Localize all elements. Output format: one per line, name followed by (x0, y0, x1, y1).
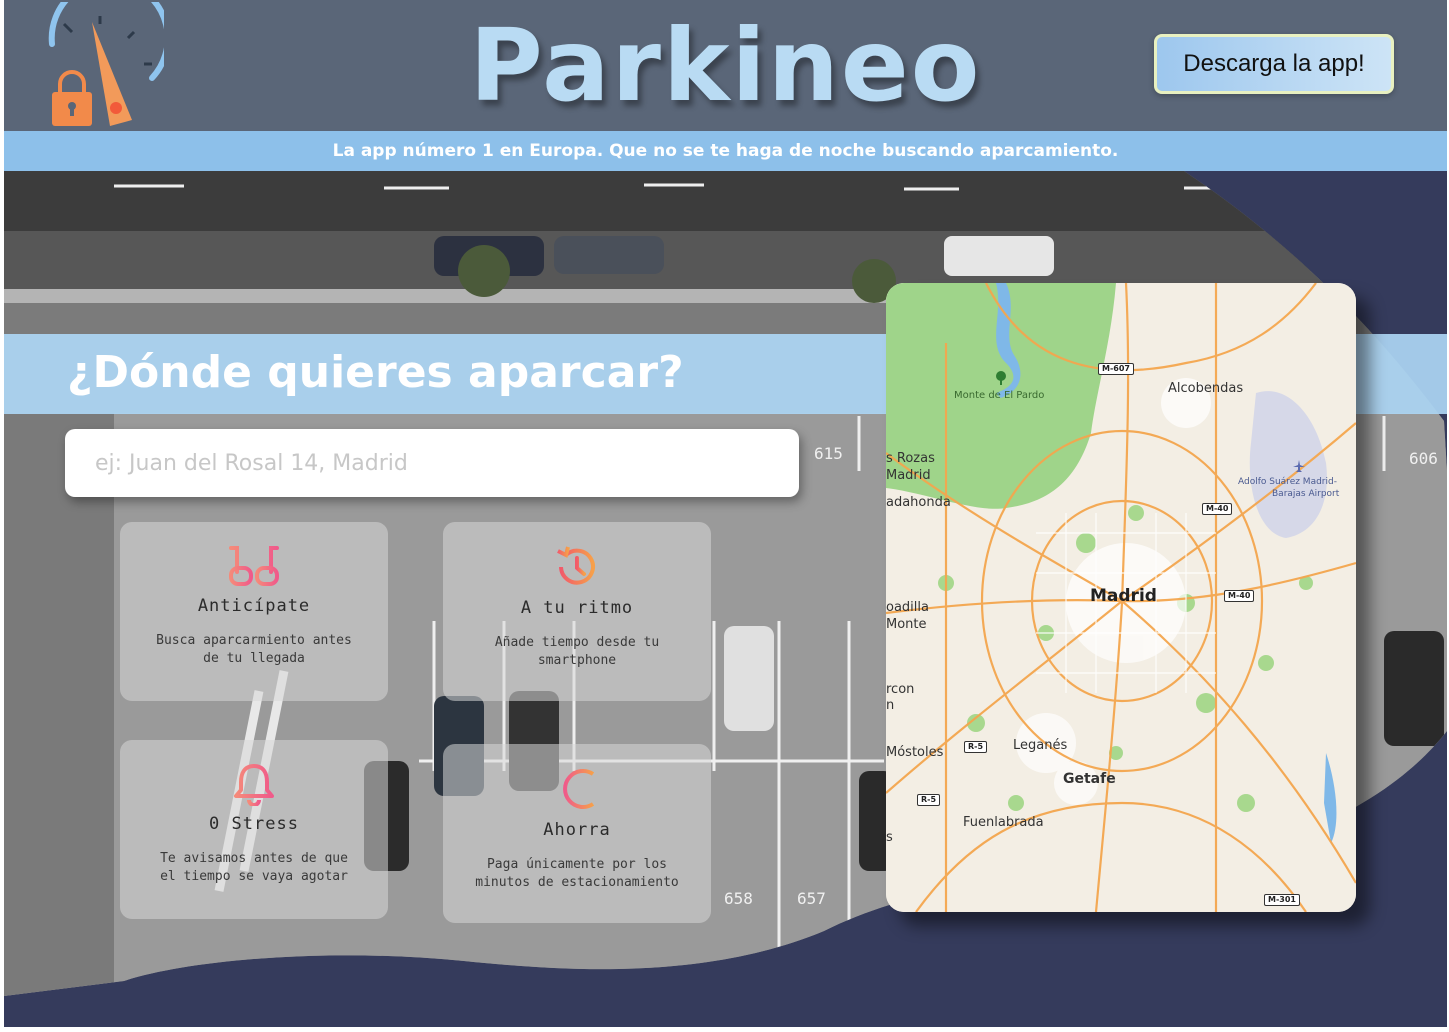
park-tree-icon (996, 371, 1006, 385)
road-badge: M-40 (1202, 503, 1233, 515)
tagline: La app número 1 en Europa. Que no se te … (4, 131, 1447, 171)
feature-title: A tu ritmo (520, 598, 634, 618)
svg-text:606: 606 (1409, 449, 1438, 468)
map-label: Barajas Airport (1272, 489, 1340, 499)
map-label: rcon (886, 682, 915, 697)
feature-description: Añade tiempo desde tu smartphone (494, 635, 660, 668)
map-label: Adolfo Suárez Madrid- (1238, 477, 1337, 487)
address-search-input[interactable] (65, 429, 799, 497)
map-label: oadilla (886, 600, 929, 615)
map-label: s Rozas (886, 451, 935, 466)
svg-text:658: 658 (724, 889, 753, 908)
map-label: Alcobendas (1168, 381, 1244, 396)
feature-title: Anticípate (197, 596, 311, 616)
bell-icon (234, 764, 274, 806)
feature-description: Paga únicamente por los minutos de estaci… (475, 857, 679, 890)
map-label: n (886, 698, 895, 713)
header: Parkineo Descarga la app! (4, 0, 1447, 131)
map-label: s (886, 830, 893, 845)
page-frame: Parkineo Descarga la app! La app número … (4, 0, 1447, 1027)
feature-card-stress: 0 Stress Te avisamos antes de que el tiem… (120, 740, 388, 919)
map-label: adahonda (886, 495, 951, 510)
feature-title: Ahorra (543, 820, 611, 840)
glasses-icon (229, 546, 279, 586)
road-badge: M-40 (1224, 590, 1255, 602)
map-label: Madrid (1090, 586, 1157, 606)
map-label: Monte (886, 617, 927, 632)
feature-card-pace: A tu ritmo Añade tiempo desde tu smartpho… (443, 522, 711, 701)
road-badge: R-5 (917, 794, 941, 806)
road-badge: M-607 (1098, 363, 1134, 375)
map-label: Leganés (1013, 738, 1068, 753)
svg-text:615: 615 (814, 444, 843, 463)
map[interactable]: Monte de El Pardo Alcobendas Adolfo Suár… (886, 283, 1356, 912)
airport-icon (1293, 460, 1305, 472)
feature-description: Te avisamos antes de que el tiempo se vay… (160, 851, 348, 884)
map-label: Fuenlabrada (963, 815, 1044, 830)
question-title: ¿Dónde quieres aparcar? (67, 347, 684, 398)
feature-title: 0 Stress (209, 814, 299, 834)
feature-card-save: Ahorra Paga únicamente por los minutos de… (443, 744, 711, 923)
download-app-button[interactable]: Descarga la app! (1154, 34, 1394, 94)
svg-text:657: 657 (797, 889, 826, 908)
feature-card-anticipate: Anticípate Busca aparcarmiento antes de t… (120, 522, 388, 701)
road-badge: M-301 (1264, 894, 1300, 906)
hero-section: 615 606 658 657 ¿Dónde quieres aparcar? … (4, 171, 1447, 1027)
map-label: Monte de El Pardo (954, 390, 1045, 401)
map-label: Getafe (1063, 771, 1116, 787)
road-badge: R-5 (964, 741, 988, 753)
map-label: Móstoles (886, 745, 944, 760)
map-label: Madrid (886, 468, 931, 483)
history-clock-icon (557, 546, 595, 585)
feature-description: Busca aparcarmiento antes de tu llegada (156, 633, 352, 666)
euro-icon (559, 769, 595, 809)
